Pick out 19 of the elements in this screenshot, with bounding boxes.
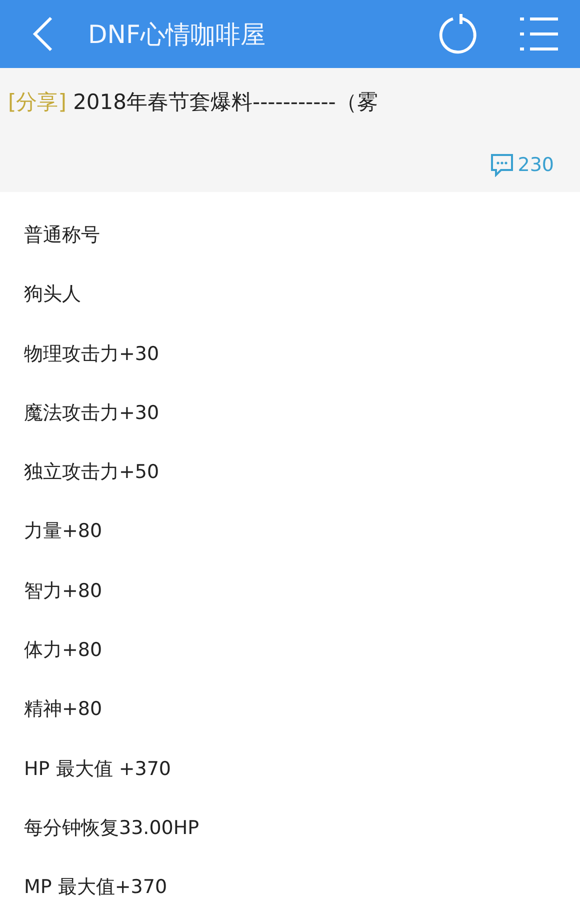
post-title: [分享] 2018年春节套爆料-----------（雾 <box>8 89 379 116</box>
post-text-line: 精神+80 <box>24 697 104 722</box>
back-icon[interactable] <box>32 16 54 52</box>
post-text-line: 物理攻击力+30 <box>24 342 160 367</box>
post-text-line: MP 最大值+370 <box>24 875 168 900</box>
post-text-line: 每分钟恢复33.00HP <box>24 816 200 841</box>
refresh-icon[interactable] <box>438 14 478 54</box>
post-text-line: 体力+80 <box>24 638 104 664</box>
post-text-line: 独立攻击力+50 <box>24 460 160 486</box>
post-text-line: 狗头人 <box>24 282 82 308</box>
post-text-line: HP 最大值 +370 <box>24 756 172 782</box>
comment-icon[interactable] <box>490 153 514 177</box>
post-text-line: 智力+80 <box>24 578 104 604</box>
forum-title: DNF心情咖啡屋 <box>88 18 266 50</box>
post-text-line: 力量+80 <box>24 519 104 544</box>
comment-count: 230 <box>518 154 554 176</box>
post-text-line: 普通称号 <box>24 223 101 248</box>
post-text-line: 魔法攻击力+30 <box>24 400 160 426</box>
menu-icon[interactable] <box>520 17 558 51</box>
